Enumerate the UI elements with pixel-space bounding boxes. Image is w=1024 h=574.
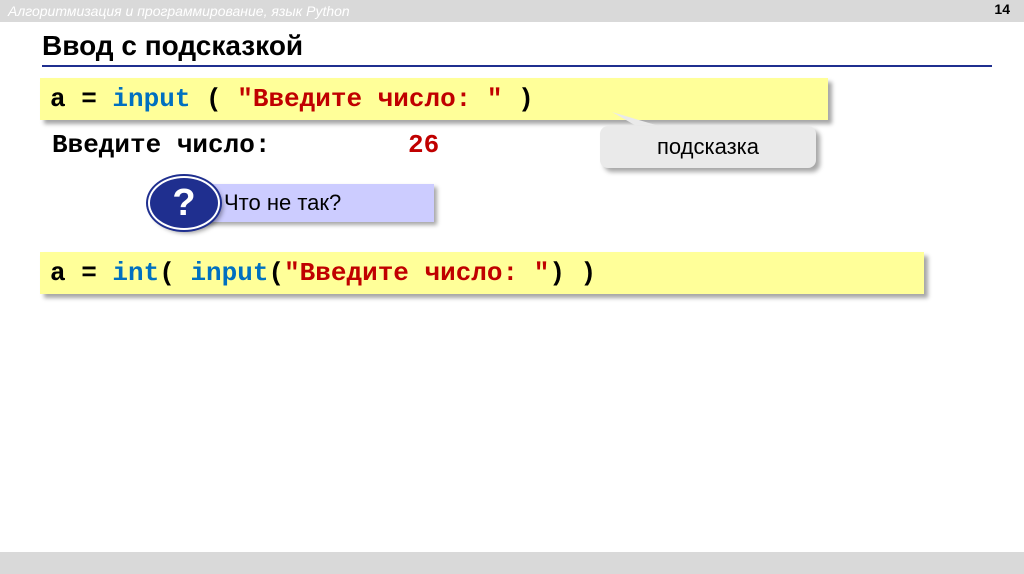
code-function-int: int	[112, 258, 160, 288]
hint-callout: подсказка	[600, 126, 816, 168]
code-open-paren: (	[159, 258, 191, 288]
code-variable: a =	[50, 258, 113, 288]
code-function-input: input	[190, 258, 269, 288]
code-close-parens: ) )	[549, 258, 597, 288]
code-open-paren-inner: (	[268, 258, 285, 288]
code-string-prompt: "Введите число: "	[284, 258, 550, 288]
footer-bar	[0, 552, 1024, 574]
question-text: Что не так?	[224, 190, 342, 215]
question-box: Что не так?	[196, 184, 434, 222]
code-block-int-input: a = int( input("Введите число: ") )	[40, 252, 924, 294]
question-mark-icon: ?	[148, 176, 220, 230]
